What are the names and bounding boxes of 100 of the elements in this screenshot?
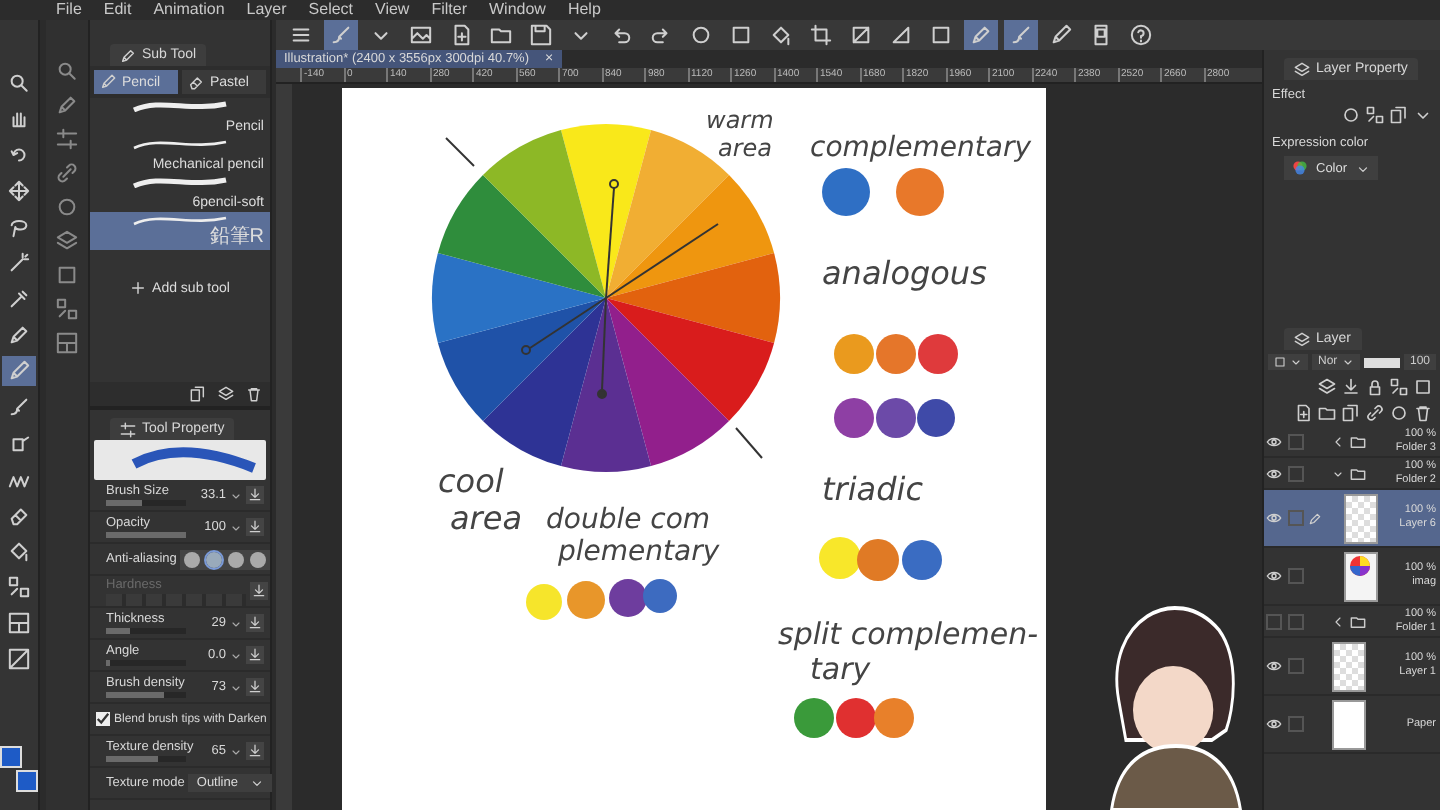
- eye-icon[interactable]: [1266, 716, 1282, 732]
- plus-icon: [130, 280, 147, 296]
- color-swatch[interactable]: [16, 770, 38, 792]
- undo-icon: [610, 24, 632, 46]
- menu-item[interactable]: Animation: [153, 0, 225, 20]
- zoom-icon[interactable]: [56, 60, 78, 82]
- antialias-option[interactable]: [228, 551, 245, 567]
- color-mode-icon: [1292, 160, 1308, 176]
- color-mode-dropdown[interactable]: [1268, 354, 1308, 370]
- rotate-icon: [8, 144, 30, 166]
- caret-icon: [1355, 161, 1370, 175]
- save-icon: [530, 24, 552, 46]
- pressure-button[interactable]: [246, 646, 264, 664]
- download-icon[interactable]: [1342, 378, 1360, 396]
- move-icon: [8, 180, 30, 202]
- hidden-toggle[interactable]: [1266, 613, 1282, 629]
- pencil-icon: [100, 74, 116, 90]
- color-wheel-thumbnail: [1344, 551, 1378, 601]
- menu-item[interactable]: Filter: [431, 0, 467, 20]
- eye-icon[interactable]: [1266, 568, 1282, 584]
- redo-icon: [650, 24, 672, 46]
- copy-icon[interactable]: [1390, 106, 1408, 124]
- toolbar-button[interactable]: [1004, 20, 1038, 50]
- antialias-option[interactable]: [250, 551, 267, 567]
- drawing-canvas[interactable]: warm area complementary analogous cool area double com plementary triadic split complemen- tary: [342, 88, 1046, 810]
- square-icon[interactable]: [56, 264, 78, 286]
- brush-item[interactable]: 鉛筆R: [90, 212, 270, 250]
- slider-fill[interactable]: [106, 628, 130, 634]
- pastel-icon: [188, 74, 204, 90]
- square-icon: [730, 24, 752, 46]
- antialias-option[interactable]: [206, 551, 223, 567]
- eye-icon[interactable]: [1266, 433, 1282, 449]
- arrow-icon: [248, 520, 262, 534]
- arrow-icon: [248, 616, 262, 630]
- eye-icon[interactable]: [1266, 465, 1282, 481]
- fill-icon: [8, 540, 30, 562]
- color-swatch[interactable]: [0, 746, 22, 768]
- menu-item[interactable]: Layer: [246, 0, 287, 20]
- menu-item[interactable]: File: [56, 0, 82, 20]
- pressure-button[interactable]: [246, 742, 264, 760]
- square-icon[interactable]: [1414, 378, 1432, 396]
- arrow-icon: [248, 680, 262, 694]
- eye-icon[interactable]: [1266, 510, 1282, 526]
- opacity-bar[interactable]: [1363, 357, 1400, 367]
- handwritten-label: complementary: [810, 132, 1032, 164]
- caret-icon[interactable]: [1332, 467, 1344, 479]
- frame-icon[interactable]: [56, 332, 78, 354]
- zoom-icon: [8, 72, 30, 94]
- menu-item[interactable]: Edit: [103, 0, 132, 20]
- brush-icon: [8, 396, 30, 418]
- trash-icon[interactable]: [1414, 404, 1432, 422]
- stroke-preview: [130, 214, 230, 226]
- copy-icon[interactable]: [190, 386, 206, 402]
- pencil-icon: [1050, 24, 1072, 46]
- slider-fill[interactable]: [106, 500, 142, 506]
- menu-item[interactable]: Window: [489, 0, 546, 20]
- pressure-button[interactable]: [250, 582, 268, 600]
- new-icon: [450, 24, 472, 46]
- checkbox[interactable]: [96, 712, 110, 726]
- slider-fill[interactable]: [106, 756, 158, 762]
- lock-icon[interactable]: [1366, 378, 1384, 396]
- antialias-option[interactable]: [184, 551, 201, 567]
- slider-fill[interactable]: [106, 692, 165, 698]
- link-icon[interactable]: [56, 162, 78, 184]
- layer-thumbnail: [1332, 641, 1366, 691]
- figure-icon[interactable]: [1366, 106, 1384, 124]
- copy-icon[interactable]: [1342, 404, 1360, 422]
- new-icon[interactable]: [1294, 404, 1312, 422]
- toolbar-button[interactable]: [964, 20, 998, 50]
- toolbar-button[interactable]: [324, 20, 358, 50]
- link-icon[interactable]: [1366, 404, 1384, 422]
- fill-icon: [770, 24, 792, 46]
- boundary-tick: [445, 137, 475, 167]
- layers-icon[interactable]: [56, 230, 78, 252]
- figure-icon[interactable]: [1390, 378, 1408, 396]
- menu-item[interactable]: Help: [567, 0, 601, 20]
- menu-item[interactable]: View: [375, 0, 410, 20]
- wand-icon: [8, 252, 30, 274]
- trash-icon[interactable]: [246, 386, 262, 402]
- pencil-icon: [1308, 511, 1322, 525]
- pressure-button[interactable]: [246, 678, 264, 696]
- open-icon: [490, 24, 512, 46]
- slider-fill[interactable]: [106, 532, 186, 538]
- caret-icon[interactable]: [1332, 615, 1344, 627]
- menu-icon: [290, 24, 312, 46]
- eyedropper-icon: [8, 288, 30, 310]
- eye-icon[interactable]: [1266, 658, 1282, 674]
- pressure-button[interactable]: [246, 614, 264, 632]
- pressure-button[interactable]: [246, 486, 264, 504]
- caret-icon: [1290, 356, 1302, 368]
- pressure-button[interactable]: [246, 518, 264, 536]
- caret-icon[interactable]: [1332, 435, 1344, 447]
- pen-icon[interactable]: [56, 94, 78, 116]
- figure-icon[interactable]: [56, 298, 78, 320]
- layers-icon[interactable]: [1318, 378, 1336, 396]
- handwritten-label: double com plementary: [546, 504, 720, 569]
- sliders-icon[interactable]: [56, 128, 78, 150]
- menu-item[interactable]: Select: [308, 0, 354, 20]
- layers-icon[interactable]: [218, 386, 234, 402]
- arrow-icon: [248, 488, 262, 502]
